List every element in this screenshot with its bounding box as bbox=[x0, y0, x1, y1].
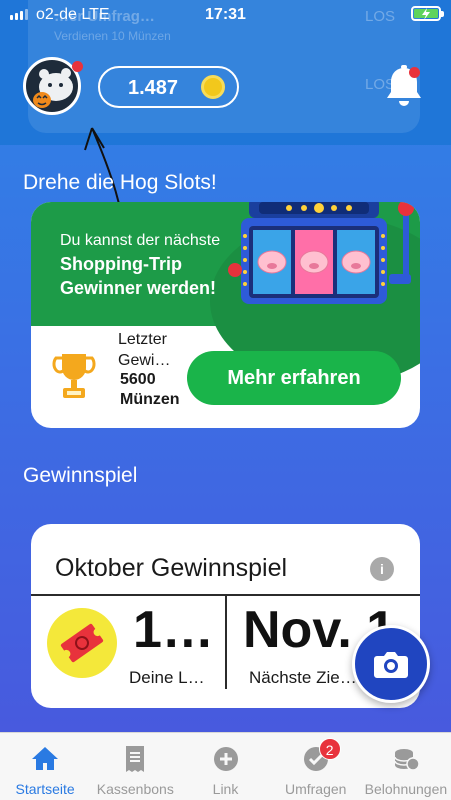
tab-label: Link bbox=[212, 781, 239, 797]
survey-card-subtitle: Verdienen 10 Münzen bbox=[54, 29, 171, 43]
slot-machine-icon bbox=[228, 202, 414, 304]
tab-kassenbons[interactable]: Kassenbons bbox=[90, 733, 180, 800]
tab-bar: Startseite Kassenbons Link 2 Umfragen Be… bbox=[0, 732, 451, 800]
tab-link[interactable]: Link bbox=[180, 733, 270, 800]
coins-icon bbox=[394, 749, 420, 771]
notification-dot bbox=[409, 67, 420, 78]
sweepstakes-title: Oktober Gewinnspiel bbox=[55, 554, 288, 582]
tab-umfragen[interactable]: 2 Umfragen bbox=[271, 733, 361, 800]
promo-line-2: Shopping-Trip bbox=[60, 254, 182, 274]
info-icon[interactable]: i bbox=[370, 557, 394, 581]
sweepstakes-heading: Gewinnspiel bbox=[23, 464, 138, 487]
ticket-icon bbox=[47, 608, 117, 678]
last-winner-label: Letzter Gewi… bbox=[118, 331, 171, 369]
halloween-avatar-icon bbox=[33, 68, 73, 108]
tickets-count: 1… bbox=[133, 601, 214, 659]
hog-slots-heading: Drehe die Hog Slots! bbox=[23, 171, 217, 194]
tab-startseite[interactable]: Startseite bbox=[0, 733, 90, 800]
divider-vertical bbox=[225, 594, 227, 689]
trophy-icon bbox=[52, 354, 96, 398]
hog-slots-banner[interactable]: Du kannst der nächste Shopping-Trip Gewi… bbox=[31, 202, 420, 386]
coin-icon bbox=[201, 75, 225, 99]
surveys-badge: 2 bbox=[318, 738, 341, 760]
camera-button[interactable] bbox=[352, 625, 430, 703]
promo-line-3: Gewinner werden! bbox=[60, 278, 217, 298]
coin-balance-pill[interactable]: 1.487 bbox=[98, 66, 239, 108]
promo-line-1: Du kannst der nächste bbox=[60, 232, 221, 249]
tab-label: Kassenbons bbox=[96, 781, 174, 797]
last-winner-value: 5600 Münzen bbox=[120, 371, 180, 408]
coin-balance: 1.487 bbox=[128, 77, 179, 99]
home-icon bbox=[32, 747, 59, 770]
avatar-notification-dot bbox=[72, 61, 83, 72]
receipt-icon bbox=[126, 746, 145, 772]
status-bar: o2-de LTE 17:31 bbox=[0, 0, 451, 30]
tab-belohnungen[interactable]: Belohnungen bbox=[361, 733, 451, 800]
camera-icon bbox=[374, 652, 408, 678]
tab-label: Umfragen bbox=[284, 781, 347, 797]
tickets-label: Deine L… bbox=[129, 668, 205, 687]
hog-slots-card[interactable]: Du kannst der nächste Shopping-Trip Gewi… bbox=[31, 202, 420, 428]
tab-label: Belohnungen bbox=[364, 781, 448, 797]
more-info-button[interactable]: Mehr erfahren bbox=[187, 351, 401, 405]
tab-label: Startseite bbox=[15, 781, 75, 797]
plus-circle-icon bbox=[213, 747, 238, 771]
battery-icon bbox=[411, 6, 444, 21]
next-draw-label: Nächste Zie… bbox=[249, 668, 357, 687]
clock: 17:31 bbox=[205, 6, 246, 23]
